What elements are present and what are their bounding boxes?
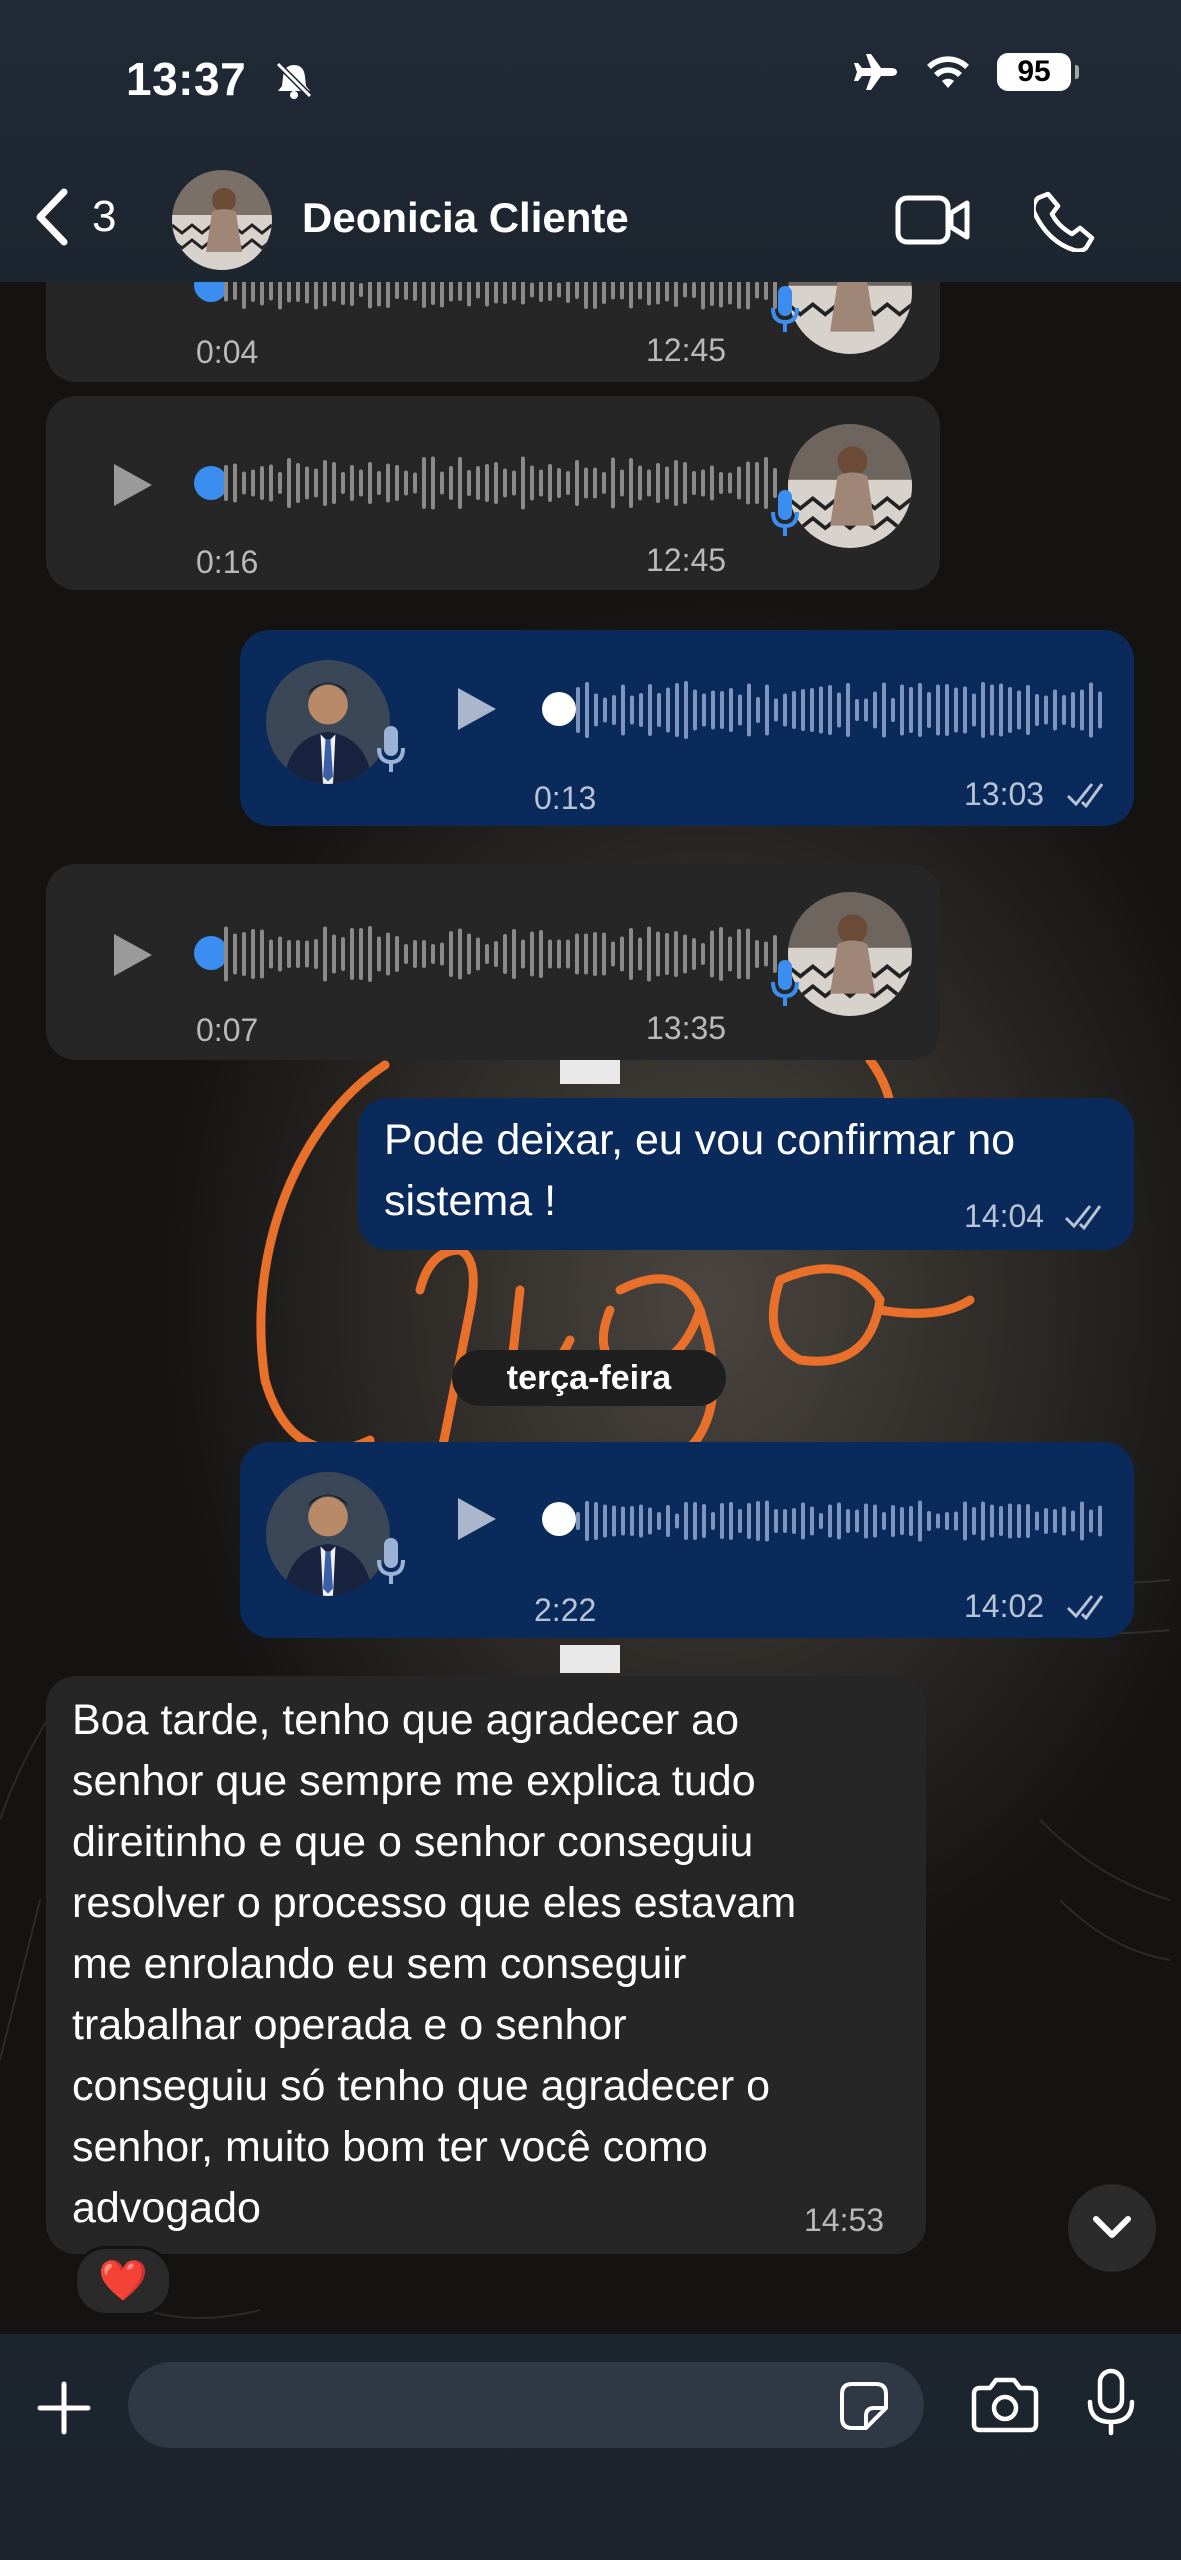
waveform bbox=[576, 1500, 1102, 1542]
message-line: advogado bbox=[72, 2184, 261, 2232]
read-check-icon bbox=[1066, 783, 1104, 809]
message-line: resolver o processo que eles estavam bbox=[72, 1879, 797, 1927]
message-time: 14:53 bbox=[804, 2202, 885, 2238]
sender-avatar bbox=[266, 660, 390, 784]
message-line: Boa tarde, tenho que agradecer ao bbox=[72, 1696, 740, 1744]
message-line: conseguiu só tenho que agradecer o bbox=[72, 2062, 771, 2110]
waveform bbox=[224, 926, 777, 982]
unread-count: 3 bbox=[92, 192, 117, 241]
mic-icon bbox=[771, 960, 799, 1006]
status-icons: 95 bbox=[853, 52, 1079, 92]
chevron-down-icon bbox=[1093, 2216, 1131, 2238]
message-time: 12:45 bbox=[646, 332, 727, 368]
sticker-icon[interactable] bbox=[838, 2380, 890, 2432]
contact-name[interactable]: Deonicia Cliente bbox=[302, 194, 629, 242]
voice-duration: 2:22 bbox=[534, 1592, 597, 1628]
voice-duration: 0:07 bbox=[196, 1012, 259, 1048]
camera-icon[interactable] bbox=[970, 2376, 1040, 2434]
reaction-emoji: ❤️ bbox=[98, 2259, 148, 2303]
voice-message[interactable]: 0:13 13:03 bbox=[240, 630, 1134, 826]
play-icon[interactable] bbox=[110, 460, 156, 510]
sender-avatar bbox=[788, 424, 912, 548]
wifi-icon bbox=[927, 56, 969, 88]
plus-icon[interactable] bbox=[36, 2380, 92, 2436]
message-time: 12:45 bbox=[646, 542, 727, 578]
heart-reaction[interactable]: ❤️ bbox=[74, 2246, 172, 2316]
mic-icon bbox=[771, 286, 799, 332]
voice-message[interactable]: 0:07 13:35 bbox=[46, 864, 940, 1060]
message-line: me enrolando eu sem conseguir bbox=[72, 1940, 687, 1988]
mic-icon bbox=[771, 490, 799, 536]
play-icon[interactable] bbox=[454, 1494, 500, 1544]
status-time: 13:37 bbox=[126, 53, 247, 105]
microphone-icon[interactable] bbox=[1086, 2368, 1136, 2436]
airplane-icon bbox=[854, 54, 897, 90]
message-line: trabalhar operada e o senhor bbox=[72, 2001, 627, 2049]
chat-header: 13:37 95 3 Deonicia Cliente bbox=[0, 0, 1181, 282]
message-time: 14:02 bbox=[964, 1588, 1045, 1624]
bell-slash-icon bbox=[275, 61, 313, 99]
mic-icon bbox=[377, 1538, 405, 1584]
voice-duration: 0:16 bbox=[196, 544, 259, 580]
voice-duration: 0:13 bbox=[534, 780, 597, 816]
voice-duration: 0:04 bbox=[196, 334, 259, 370]
battery-indicator: 95 bbox=[997, 53, 1079, 91]
read-check-icon bbox=[1066, 1595, 1104, 1621]
voice-message[interactable]: 0:16 12:45 bbox=[46, 396, 940, 590]
video-call-icon[interactable] bbox=[895, 195, 971, 245]
waveform bbox=[576, 681, 1102, 739]
message-line: senhor, muito bom ter você como bbox=[72, 2123, 708, 2171]
message-time: 14:04 bbox=[964, 1198, 1045, 1234]
message-input[interactable] bbox=[128, 2362, 924, 2448]
play-icon[interactable] bbox=[110, 930, 156, 980]
message-line: direitinho e que o senhor conseguiu bbox=[72, 1818, 754, 1866]
scroll-to-bottom-button[interactable] bbox=[1068, 2184, 1156, 2272]
mic-icon bbox=[377, 726, 405, 772]
message-time: 13:03 bbox=[964, 776, 1045, 812]
text-message[interactable]: Pode deixar, eu vou confirmar no sistema… bbox=[358, 1098, 1134, 1250]
voice-message[interactable]: 2:22 14:02 bbox=[240, 1442, 1134, 1638]
date-separator: terça-feira bbox=[452, 1350, 726, 1406]
message-line: Pode deixar, eu vou confirmar no bbox=[384, 1116, 1016, 1164]
play-icon[interactable] bbox=[454, 684, 500, 734]
waveform bbox=[224, 456, 777, 510]
sender-avatar bbox=[266, 1472, 390, 1596]
message-composer bbox=[0, 2334, 1181, 2560]
contact-avatar[interactable] bbox=[172, 170, 272, 270]
message-line: senhor que sempre me explica tudo bbox=[72, 1757, 756, 1805]
back-chevron-icon bbox=[36, 188, 68, 246]
message-time: 13:35 bbox=[646, 1010, 727, 1046]
read-check-icon bbox=[1064, 1205, 1102, 1231]
phone-icon[interactable] bbox=[1034, 190, 1096, 252]
text-message[interactable]: Boa tarde, tenho que agradecer ao senhor… bbox=[46, 1676, 926, 2254]
sender-avatar bbox=[788, 892, 912, 1016]
back-button[interactable]: 3 bbox=[32, 188, 116, 246]
